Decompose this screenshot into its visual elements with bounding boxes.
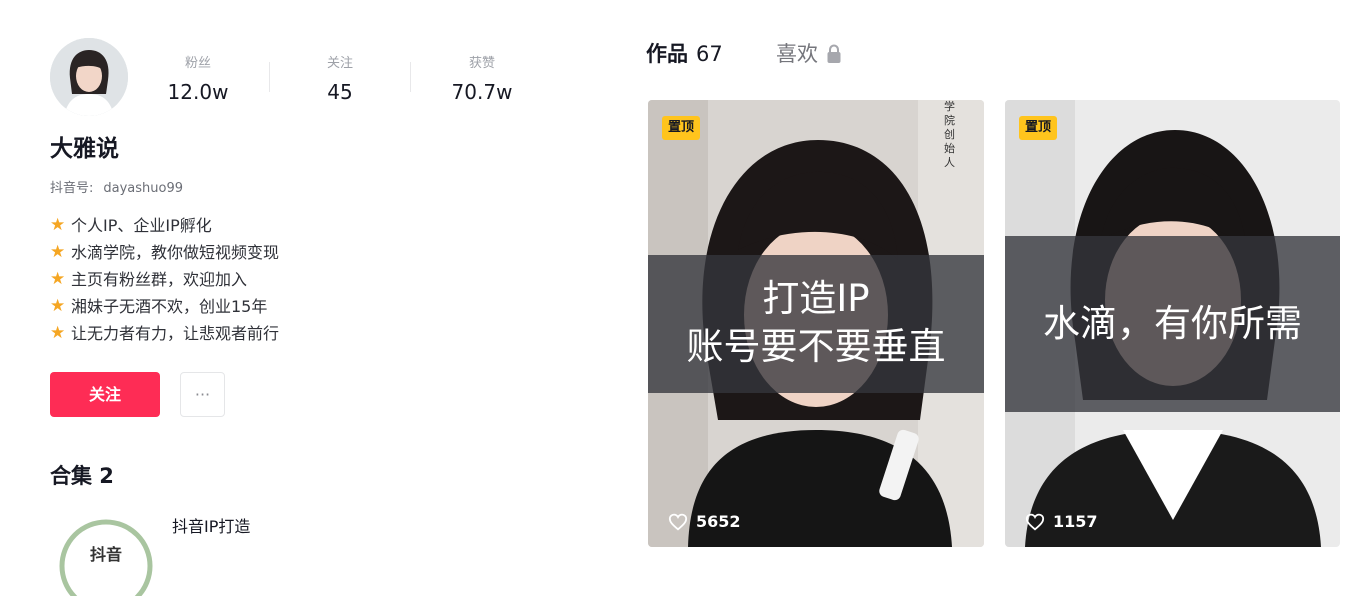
video-card[interactable]: 学院创始人 置顶 打造IP 账号要不要垂直 5652	[648, 100, 984, 547]
pinned-badge: 置顶	[1019, 116, 1058, 140]
more-options-button[interactable]: ···	[180, 372, 225, 417]
video-caption-line: 账号要不要垂直	[686, 325, 946, 368]
collection-logo-image: 抖音	[59, 519, 153, 596]
video-card[interactable]: 置顶 水滴，有你所需 1157	[1005, 100, 1340, 547]
stat-fans-value: 12.0w	[167, 80, 229, 104]
stat-fans-label: 粉丝	[184, 56, 211, 71]
bio-text: 个人IP、企业IP孵化	[71, 216, 212, 235]
star-icon: ★	[50, 296, 66, 316]
like-count: 1157	[1025, 512, 1098, 531]
stat-following-value: 45	[327, 80, 353, 104]
bio-line: ★ 主页有粉丝群，欢迎加入	[50, 266, 279, 293]
bio-text: 主页有粉丝群，欢迎加入	[71, 270, 248, 289]
bio-list: ★ 个人IP、企业IP孵化 ★ 水滴学院，教你做短视频变现 ★ 主页有粉丝群，欢迎加入…	[50, 212, 279, 347]
tab-likes[interactable]: 喜欢	[776, 38, 842, 70]
collection-thumb-text: 抖音	[90, 545, 122, 564]
avatar-image	[50, 38, 128, 116]
stat-following-label: 关注	[326, 56, 353, 71]
stat-divider	[269, 62, 270, 92]
bio-text: 湘妹子无酒不欢，创业15年	[71, 297, 268, 316]
lock-icon	[827, 44, 841, 63]
heart-icon	[668, 513, 688, 531]
account-id-row: 抖音号: dayashuo99	[50, 179, 183, 199]
bio-text: 水滴学院，教你做短视频变现	[71, 243, 280, 262]
collections-title: 合集 2	[50, 464, 114, 488]
bio-line: ★ 个人IP、企业IP孵化	[50, 212, 279, 239]
tab-works[interactable]: 作品 67	[646, 38, 723, 70]
bio-line: ★ 湘妹子无酒不欢，创业15年	[50, 293, 279, 320]
like-count-value: 1157	[1053, 512, 1098, 531]
account-id-label: 抖音号:	[50, 181, 94, 196]
video-caption-line: 水滴，有你所需	[1043, 302, 1302, 345]
heart-icon	[1025, 513, 1045, 531]
like-count-value: 5652	[696, 512, 741, 531]
video-caption-line: 打造IP	[762, 277, 870, 320]
tab-likes-label: 喜欢	[776, 42, 818, 66]
follow-button[interactable]: 关注	[50, 372, 160, 417]
collection-thumbnail[interactable]: 抖音	[50, 516, 162, 596]
avatar[interactable]	[50, 38, 128, 116]
stat-likes-label: 获赞	[468, 56, 495, 71]
stat-likes-value: 70.7w	[451, 80, 513, 104]
video-caption: 水滴，有你所需	[1005, 236, 1340, 412]
star-icon: ★	[50, 215, 66, 235]
stat-divider	[410, 62, 411, 92]
video-side-text: 学院创始人	[944, 100, 955, 169]
star-icon: ★	[50, 323, 66, 343]
pinned-badge: 置顶	[662, 116, 701, 140]
stat-likes[interactable]: 获赞 70.7w	[422, 55, 542, 107]
like-count: 5652	[668, 512, 741, 531]
stat-fans[interactable]: 粉丝 12.0w	[138, 55, 258, 107]
collection-item-name[interactable]: 抖音IP打造	[172, 515, 250, 539]
tab-works-count: 67	[696, 42, 723, 66]
tab-works-label: 作品	[646, 42, 688, 66]
stat-following[interactable]: 关注 45	[280, 55, 400, 107]
profile-name: 大雅说	[50, 136, 119, 162]
star-icon: ★	[50, 242, 66, 262]
video-caption: 打造IP 账号要不要垂直	[648, 255, 984, 393]
bio-line: ★ 水滴学院，教你做短视频变现	[50, 239, 279, 266]
account-id-value: dayashuo99	[103, 181, 184, 196]
bio-line: ★ 让无力者有力，让悲观者前行	[50, 320, 279, 347]
star-icon: ★	[50, 269, 66, 289]
bio-text: 让无力者有力，让悲观者前行	[71, 324, 280, 343]
